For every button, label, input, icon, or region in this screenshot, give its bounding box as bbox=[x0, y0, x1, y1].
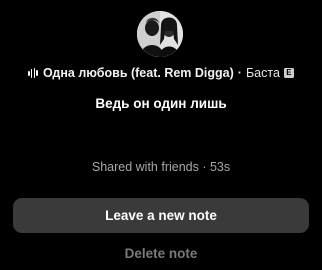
explicit-badge: E bbox=[283, 68, 294, 78]
shared-status: Shared with friends · 53s bbox=[91, 160, 231, 174]
track-title: Одна любовь (feat. Rem Digga) bbox=[43, 66, 234, 80]
track-artist: Баста bbox=[245, 66, 280, 80]
leave-new-note-button[interactable]: Leave a new note bbox=[13, 198, 309, 233]
avatar[interactable] bbox=[137, 11, 183, 57]
track-info[interactable]: Одна любовь (feat. Rem Digga) · Баста E bbox=[0, 64, 322, 82]
note-text: Ведь он один лишь bbox=[95, 96, 227, 111]
track-separator: · bbox=[237, 66, 242, 80]
profile-avatar-icon bbox=[137, 11, 183, 57]
delete-note-button[interactable]: Delete note bbox=[0, 246, 322, 261]
equalizer-icon bbox=[28, 68, 39, 78]
